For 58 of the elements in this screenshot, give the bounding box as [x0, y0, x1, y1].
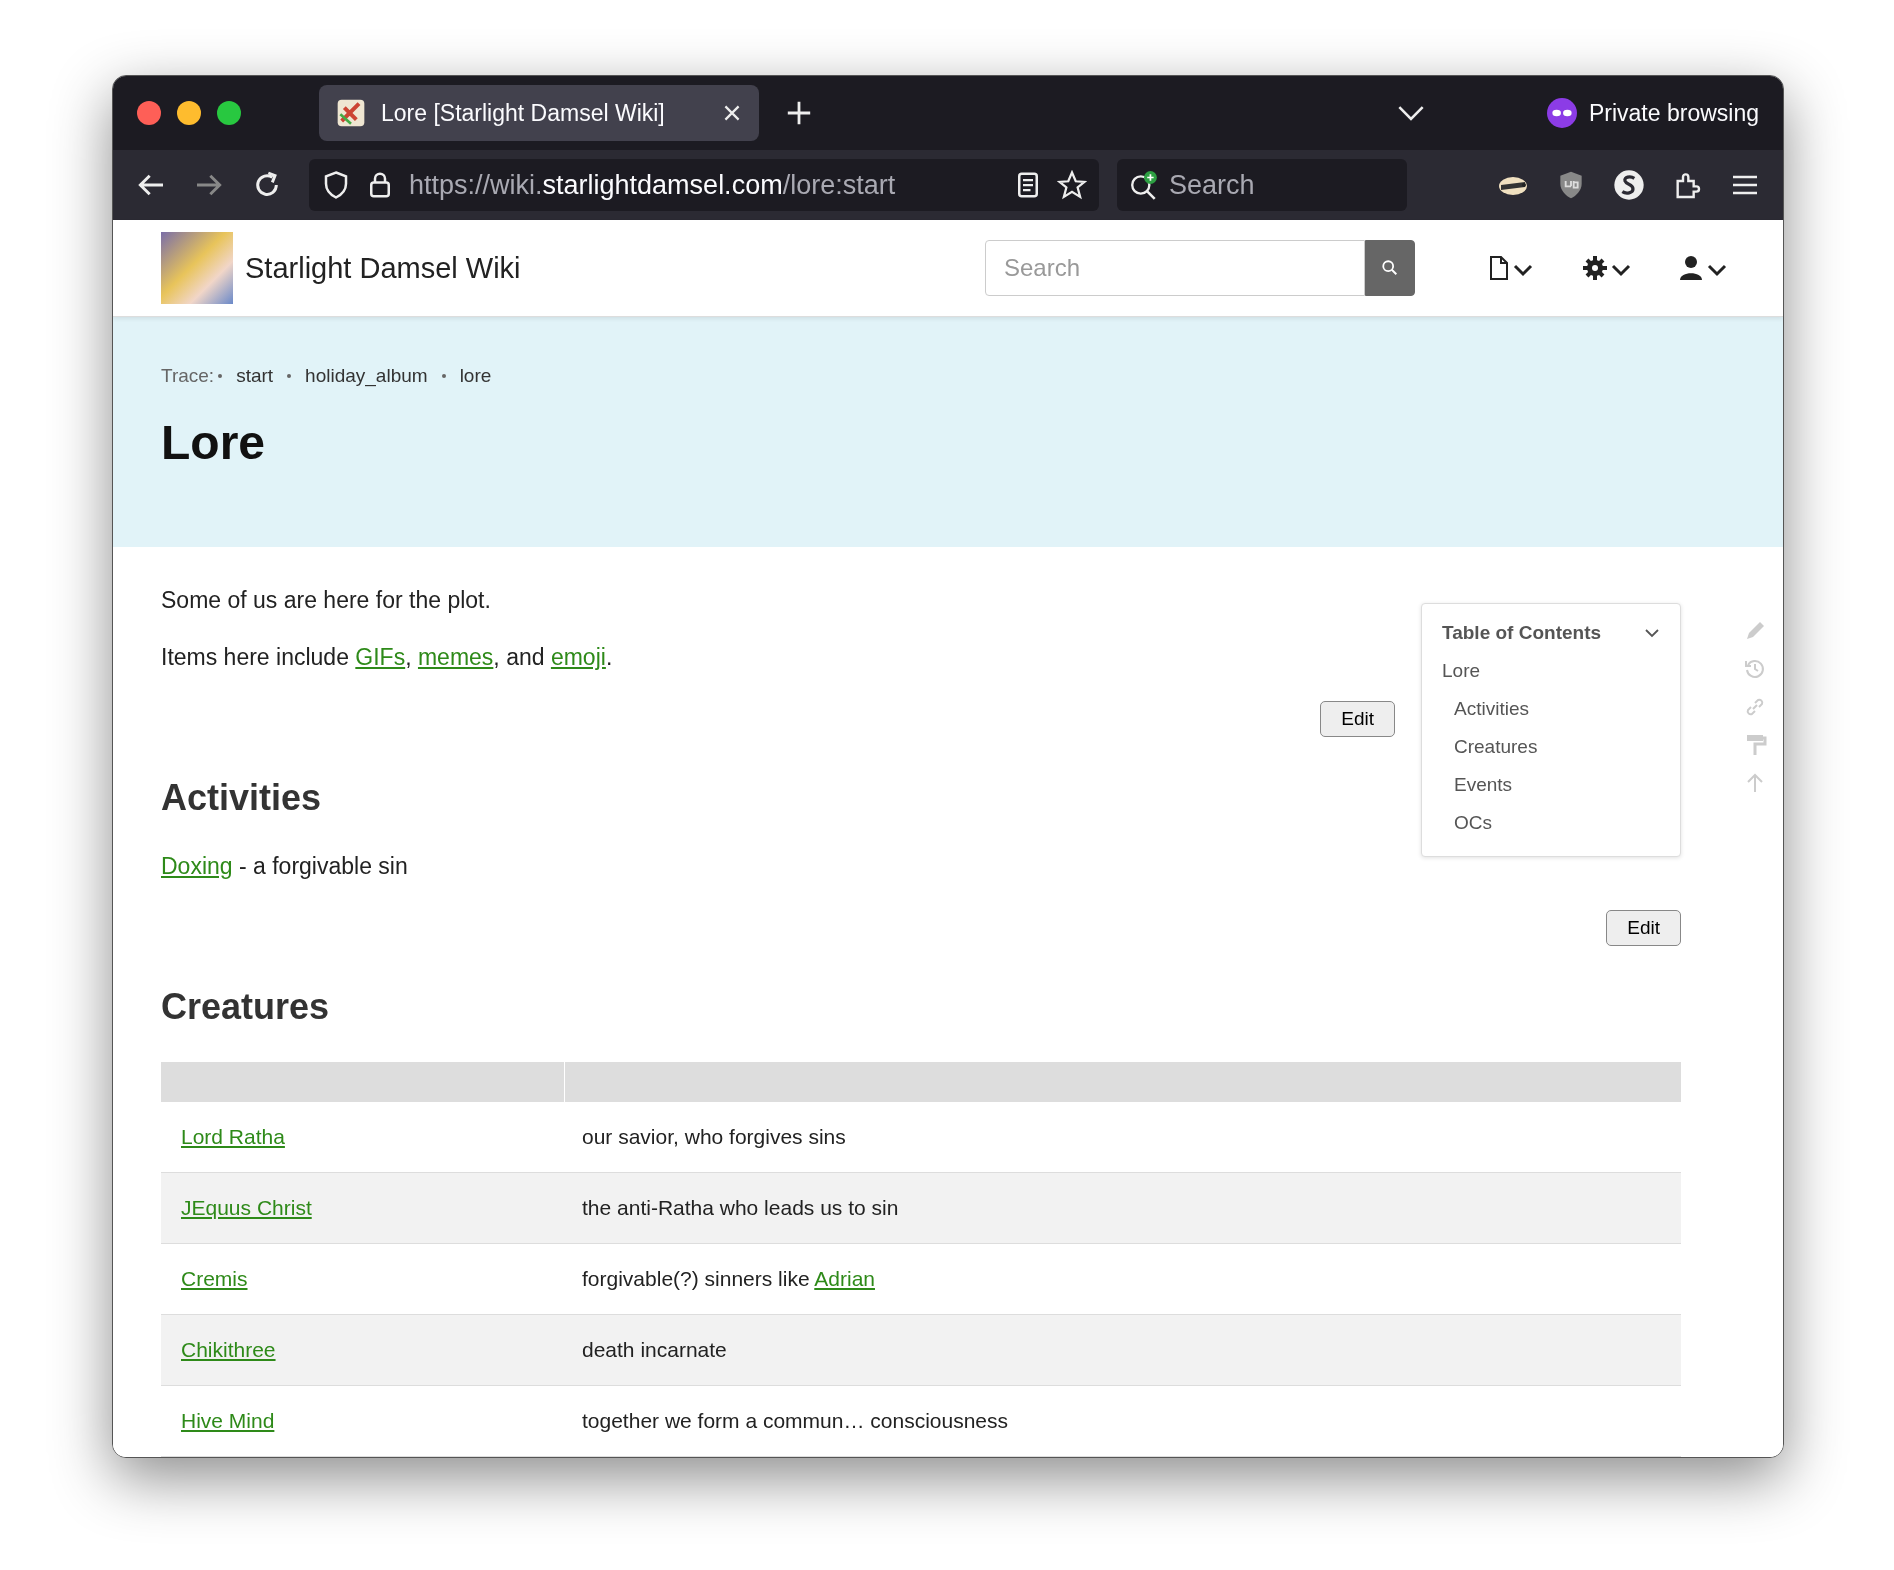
link[interactable]: emoji — [550, 644, 606, 670]
bullet-icon — [218, 374, 223, 378]
paragraph: Doxing - a forgivable sin — [161, 853, 409, 880]
breadcrumb-link[interactable]: start — [236, 365, 274, 387]
chevron-icon[interactable] — [1644, 628, 1660, 638]
s-circle-icon[interactable] — [1613, 169, 1645, 201]
toc-link[interactable]: Events — [1442, 774, 1660, 796]
private-browsing-label: Private browsing — [1588, 99, 1759, 127]
table-cell: our savior, who forgives sins — [582, 1125, 846, 1148]
breadcrumb-link[interactable]: holiday_album — [305, 365, 428, 387]
link[interactable]: GIFs — [355, 644, 406, 670]
toc-title[interactable]: Table of Contents — [1442, 622, 1602, 644]
link[interactable]: JEquus Christ — [181, 1196, 312, 1219]
table-cell: together we form a commun… consciousness — [582, 1409, 1009, 1432]
section-heading: Creatures — [161, 986, 331, 1028]
link[interactable]: Chikithree — [181, 1338, 276, 1361]
new-tab-icon[interactable] — [785, 99, 813, 127]
toc-link[interactable]: Lore — [1442, 660, 1660, 682]
close-window-icon[interactable] — [137, 101, 161, 125]
url-text: https://wiki.starlightdamsel.com/lore:start — [409, 169, 896, 201]
browser-tab[interactable]: Lore [Starlight Damsel Wiki] — [319, 85, 759, 141]
site-title[interactable]: Starlight Damsel Wiki — [245, 251, 521, 285]
bullet-icon — [441, 374, 446, 378]
breadcrumb-label: Trace: — [161, 365, 215, 387]
link[interactable]: memes — [417, 644, 494, 670]
search-field[interactable]: Search — [985, 240, 1365, 296]
search-button[interactable] — [1365, 240, 1415, 296]
minimize-window-icon[interactable] — [177, 101, 201, 125]
address-bar[interactable]: https://wiki.starlightdamsel.com/lore:start — [309, 159, 1099, 211]
table-cell: the anti-Ratha who leads us to sin — [582, 1196, 899, 1219]
link[interactable]: Lord Ratha — [181, 1125, 285, 1148]
edit-button[interactable]: Edit — [1320, 701, 1395, 737]
toc-link[interactable]: Creatures — [1442, 736, 1660, 758]
toc-link[interactable]: OCs — [1442, 812, 1660, 834]
table-cell: death incarnate — [582, 1338, 727, 1361]
link[interactable]: Hive Mind — [181, 1409, 275, 1432]
paragraph: Some of us are here for the plot. — [161, 587, 492, 614]
search-input[interactable]: Search — [1167, 168, 1391, 202]
avatar-placeholder[interactable] — [161, 232, 233, 304]
link[interactable]: Adrian — [814, 1267, 875, 1290]
bullet-icon — [287, 374, 292, 378]
section-heading: Activities — [161, 777, 323, 819]
table-cell: forgivable(?) sinners like Adrian — [582, 1267, 875, 1290]
private-mask-icon — [1546, 98, 1577, 128]
tab-list-chevron-icon[interactable] — [1396, 104, 1425, 122]
search-icon — [1381, 259, 1399, 277]
breadcrumb-link[interactable]: lore — [459, 365, 492, 387]
edit-button[interactable]: Edit — [1606, 910, 1681, 946]
toc-link[interactable]: Activities — [1442, 698, 1660, 720]
link[interactable]: Doxing — [161, 853, 233, 879]
maximize-window-icon[interactable] — [217, 101, 241, 125]
favicon-icon — [335, 97, 367, 129]
paragraph: Items here include GIFs, memes, and emoji. — [161, 644, 614, 671]
link[interactable]: Cremis — [181, 1267, 248, 1290]
browser-search-field[interactable]: Search — [1117, 159, 1407, 211]
search-icon — [1129, 170, 1159, 200]
page-title: Lore — [161, 415, 266, 470]
bookmark-star-icon[interactable] — [1057, 170, 1087, 200]
